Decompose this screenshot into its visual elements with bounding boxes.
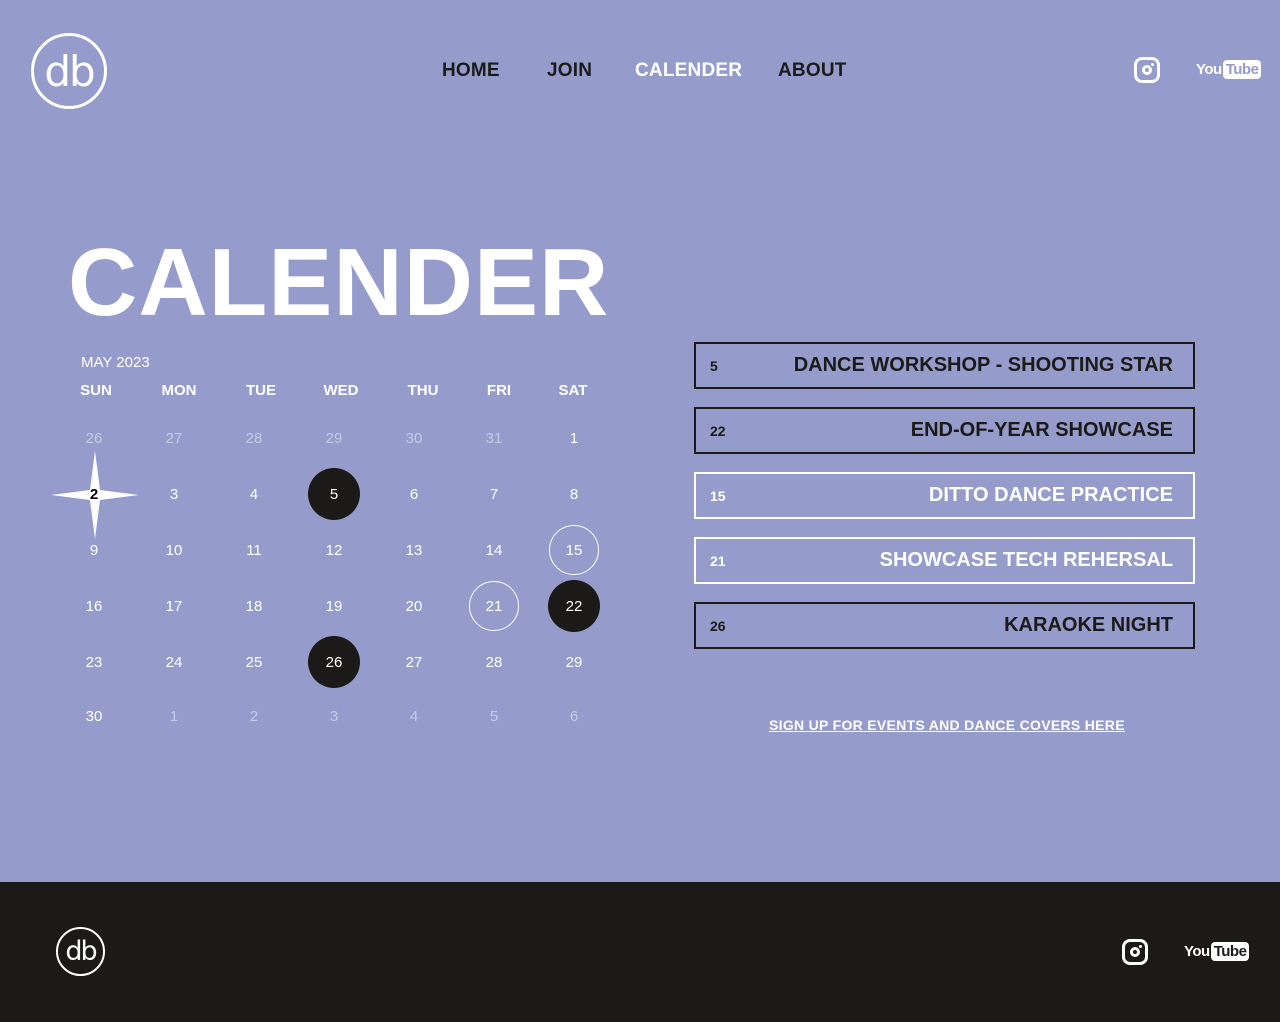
main-nav: HOME JOIN CALENDER ABOUT bbox=[0, 60, 1280, 84]
calendar-day[interactable]: 7 bbox=[469, 469, 519, 519]
calendar-day[interactable]: 1 bbox=[149, 691, 199, 741]
calendar-day[interactable]: 28 bbox=[469, 637, 519, 687]
calendar-day[interactable]: 11 bbox=[229, 525, 279, 575]
calendar-day[interactable]: 19 bbox=[309, 581, 359, 631]
weekday-label: SAT bbox=[558, 382, 588, 399]
calendar-day[interactable]: 6 bbox=[389, 469, 439, 519]
weekday-label: TUE bbox=[246, 382, 276, 399]
calendar-day[interactable]: 25 bbox=[229, 637, 279, 687]
weekday-label: SUN bbox=[80, 382, 112, 399]
calendar-day[interactable]: 6 bbox=[549, 691, 599, 741]
calendar-day[interactable]: 31 bbox=[469, 413, 519, 463]
calendar-day[interactable]: 12 bbox=[309, 525, 359, 575]
calendar-day[interactable]: 5 bbox=[469, 691, 519, 741]
youtube-icon: You Tube bbox=[1184, 942, 1250, 961]
calendar-day[interactable]: 8 bbox=[549, 469, 599, 519]
event-date: 26 bbox=[710, 617, 726, 634]
weekday-label: WED bbox=[323, 382, 359, 399]
calendar-day[interactable]: 2 bbox=[229, 691, 279, 741]
calendar-day-event[interactable]: 26 bbox=[308, 636, 360, 688]
event-item[interactable]: 22 END-OF-YEAR SHOWCASE bbox=[694, 407, 1195, 454]
event-date: 15 bbox=[710, 487, 726, 504]
event-item[interactable]: 15 DITTO DANCE PRACTICE bbox=[694, 472, 1195, 519]
calendar-day[interactable]: 18 bbox=[229, 581, 279, 631]
calendar-day[interactable]: 28 bbox=[229, 413, 279, 463]
month-label: MAY 2023 bbox=[81, 354, 150, 371]
calendar-day-event[interactable]: 21 bbox=[469, 581, 519, 631]
event-title: END-OF-YEAR SHOWCASE bbox=[910, 419, 1173, 441]
calendar-day-event[interactable]: 22 bbox=[548, 580, 600, 632]
youtube-icon: You Tube bbox=[1196, 60, 1262, 79]
calendar-day[interactable]: 30 bbox=[69, 691, 119, 741]
calendar-day[interactable]: 20 bbox=[389, 581, 439, 631]
weekday-label: FRI bbox=[486, 382, 512, 399]
event-title: DITTO DANCE PRACTICE bbox=[928, 484, 1173, 506]
event-date: 5 bbox=[710, 357, 718, 374]
calendar-day[interactable]: 27 bbox=[389, 637, 439, 687]
nav-calender[interactable]: CALENDER bbox=[635, 60, 742, 82]
footer-instagram-link[interactable] bbox=[1122, 939, 1148, 965]
weekday-label: MON bbox=[161, 382, 197, 399]
calendar-day[interactable]: 23 bbox=[69, 637, 119, 687]
calendar-day-today[interactable]: 2 bbox=[69, 469, 119, 519]
calendar-day[interactable]: 3 bbox=[149, 469, 199, 519]
calendar-day[interactable]: 27 bbox=[149, 413, 199, 463]
event-item[interactable]: 21 SHOWCASE TECH REHERSAL bbox=[694, 537, 1195, 584]
calendar-day[interactable]: 17 bbox=[149, 581, 199, 631]
calendar-day[interactable]: 4 bbox=[389, 691, 439, 741]
instagram-icon bbox=[1134, 57, 1160, 83]
calendar-day-event[interactable]: 15 bbox=[549, 525, 599, 575]
instagram-link[interactable] bbox=[1134, 57, 1160, 83]
calendar-day-event[interactable]: 5 bbox=[308, 468, 360, 520]
page-title: CALENDER bbox=[68, 229, 610, 336]
calendar-day[interactable]: 3 bbox=[309, 691, 359, 741]
youtube-link[interactable]: You Tube bbox=[1196, 60, 1262, 79]
signup-link[interactable]: SIGN UP FOR EVENTS AND DANCE COVERS HERE bbox=[769, 717, 1125, 733]
calendar-day[interactable]: 16 bbox=[69, 581, 119, 631]
event-title: DANCE WORKSHOP - SHOOTING STAR bbox=[793, 354, 1173, 376]
event-title: SHOWCASE TECH REHERSAL bbox=[879, 549, 1173, 571]
event-date: 21 bbox=[710, 552, 726, 569]
event-item[interactable]: 26 KARAOKE NIGHT bbox=[694, 602, 1195, 649]
footer: db You Tube bbox=[0, 882, 1280, 1022]
nav-join[interactable]: JOIN bbox=[547, 60, 592, 82]
calendar-day[interactable]: 24 bbox=[149, 637, 199, 687]
calendar-day[interactable]: 29 bbox=[309, 413, 359, 463]
calendar-day[interactable]: 14 bbox=[469, 525, 519, 575]
calendar-day[interactable]: 29 bbox=[549, 637, 599, 687]
footer-logo[interactable]: db bbox=[56, 927, 105, 976]
instagram-icon bbox=[1122, 939, 1148, 965]
calendar-day[interactable]: 13 bbox=[389, 525, 439, 575]
footer-youtube-link[interactable]: You Tube bbox=[1184, 942, 1250, 961]
weekday-label: THU bbox=[407, 382, 439, 399]
nav-about[interactable]: ABOUT bbox=[778, 60, 847, 82]
event-item[interactable]: 5 DANCE WORKSHOP - SHOOTING STAR bbox=[694, 342, 1195, 389]
calendar-day[interactable]: 1 bbox=[549, 413, 599, 463]
calendar-day[interactable]: 10 bbox=[149, 525, 199, 575]
calendar-day[interactable]: 4 bbox=[229, 469, 279, 519]
event-title: KARAOKE NIGHT bbox=[1004, 614, 1173, 636]
calendar-day[interactable]: 30 bbox=[389, 413, 439, 463]
event-date: 22 bbox=[710, 422, 726, 439]
nav-home[interactable]: HOME bbox=[442, 60, 500, 82]
